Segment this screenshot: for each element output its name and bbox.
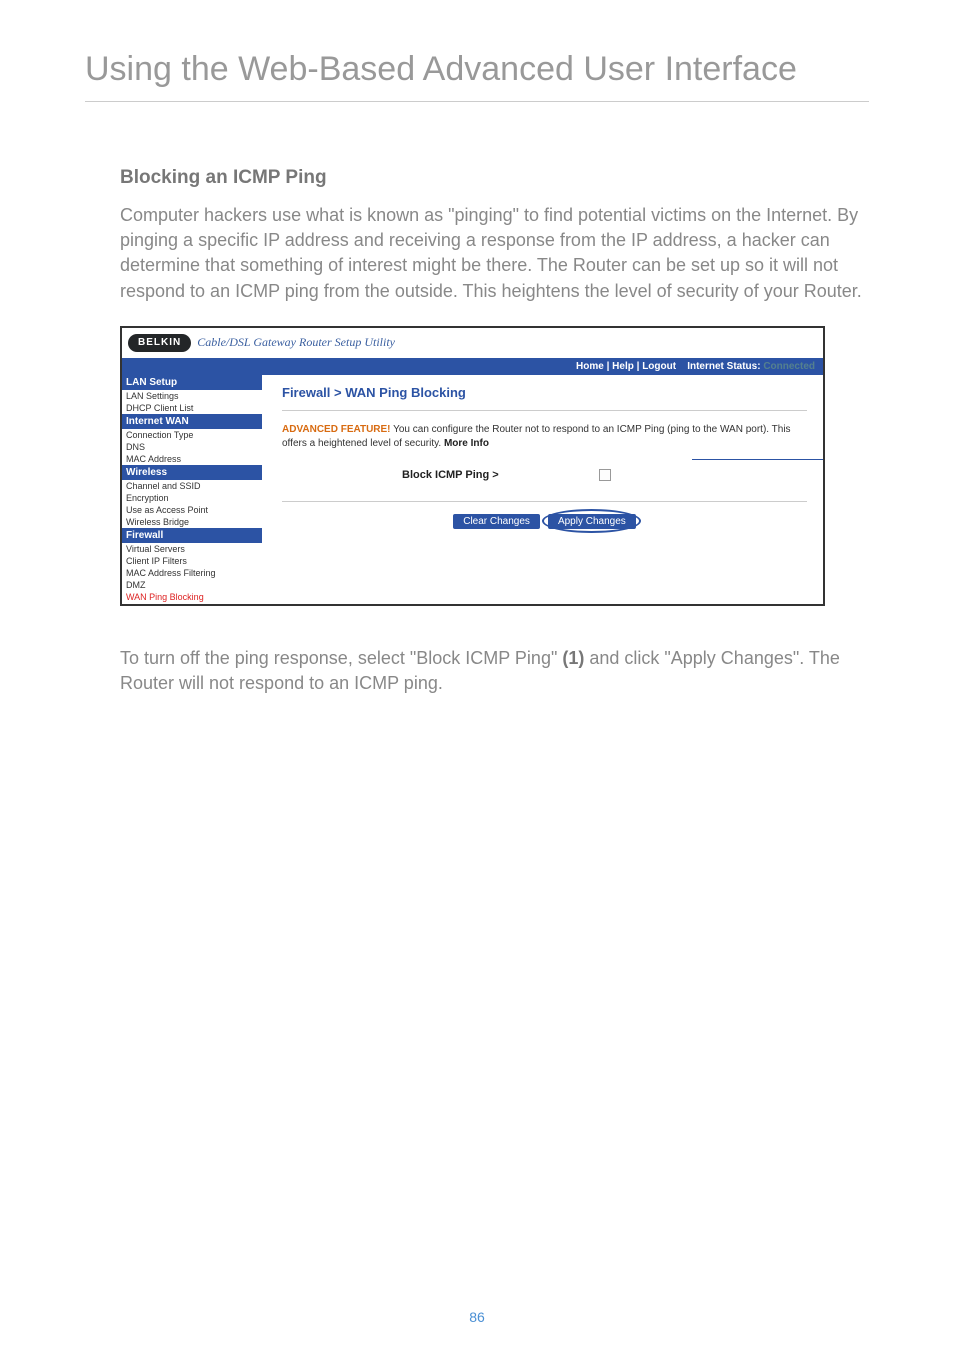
sidebar-item-lan-settings[interactable]: LAN Settings xyxy=(122,390,262,402)
divider xyxy=(282,410,807,411)
closing-text: To turn off the ping response, select "B… xyxy=(85,646,869,696)
callout-leader xyxy=(692,459,825,460)
router-screenshot: BELKIN Cable/DSL Gateway Router Setup Ut… xyxy=(120,326,825,606)
status-label: Internet Status: xyxy=(687,361,760,372)
sidebar-item-mac[interactable]: MAC Address xyxy=(122,453,262,465)
sidebar-item-dmz[interactable]: DMZ xyxy=(122,579,262,591)
sidebar-item-bridge[interactable]: Wireless Bridge xyxy=(122,516,262,528)
section-heading: Blocking an ICMP Ping xyxy=(85,167,869,189)
sidebar-item-security-log[interactable]: Security Log xyxy=(122,603,262,606)
sidebar-section-wan: Internet WAN xyxy=(122,414,262,429)
block-icmp-label: Block ICMP Ping > xyxy=(402,469,499,481)
page-number: 86 xyxy=(0,1309,954,1325)
router-topbar: Home | Help | Logout Internet Status: Co… xyxy=(122,358,823,375)
router-header: BELKIN Cable/DSL Gateway Router Setup Ut… xyxy=(122,328,823,358)
status-value: Connected xyxy=(763,361,815,372)
sidebar-item-dhcp[interactable]: DHCP Client List xyxy=(122,402,262,414)
page-title: Using the Web-Based Advanced User Interf… xyxy=(85,50,869,102)
router-subtitle: Cable/DSL Gateway Router Setup Utility xyxy=(197,335,395,350)
router-content: Firewall > WAN Ping Blocking ADVANCED FE… xyxy=(262,375,823,601)
topbar-links[interactable]: Home | Help | Logout xyxy=(576,361,676,372)
section-body: Computer hackers use what is known as "p… xyxy=(85,203,869,304)
sidebar-item-dns[interactable]: DNS xyxy=(122,441,262,453)
closing-prefix: To turn off the ping response, select "B… xyxy=(120,648,562,668)
button-row: Clear Changes Apply Changes xyxy=(282,514,807,529)
sidebar-section-firewall: Firewall xyxy=(122,528,262,543)
sidebar-section-lan: LAN Setup xyxy=(122,375,262,390)
closing-callout: (1) xyxy=(562,648,584,668)
advanced-prefix: ADVANCED FEATURE! xyxy=(282,424,391,435)
block-row: Block ICMP Ping > xyxy=(282,469,807,481)
sidebar-item-mac-filtering[interactable]: MAC Address Filtering xyxy=(122,567,262,579)
sidebar-section-wireless: Wireless xyxy=(122,465,262,480)
apply-label: Apply Changes xyxy=(558,516,626,527)
sidebar-item-encryption[interactable]: Encryption xyxy=(122,492,262,504)
apply-changes-button[interactable]: Apply Changes xyxy=(548,514,636,529)
sidebar-item-conn-type[interactable]: Connection Type xyxy=(122,429,262,441)
sidebar-item-virtual-servers[interactable]: Virtual Servers xyxy=(122,543,262,555)
belkin-logo: BELKIN xyxy=(128,334,191,352)
divider-2 xyxy=(282,501,807,502)
block-icmp-checkbox[interactable] xyxy=(599,469,611,481)
clear-changes-button[interactable]: Clear Changes xyxy=(453,514,540,529)
router-sidebar: LAN Setup LAN Settings DHCP Client List … xyxy=(122,375,262,601)
more-info-link[interactable]: More Info xyxy=(444,438,489,449)
content-title: Firewall > WAN Ping Blocking xyxy=(282,385,807,400)
sidebar-item-client-filters[interactable]: Client IP Filters xyxy=(122,555,262,567)
sidebar-item-wan-ping[interactable]: WAN Ping Blocking xyxy=(122,591,262,603)
sidebar-item-access-point[interactable]: Use as Access Point xyxy=(122,504,262,516)
content-desc: ADVANCED FEATURE! You can configure the … xyxy=(282,423,807,451)
sidebar-item-channel[interactable]: Channel and SSID xyxy=(122,480,262,492)
